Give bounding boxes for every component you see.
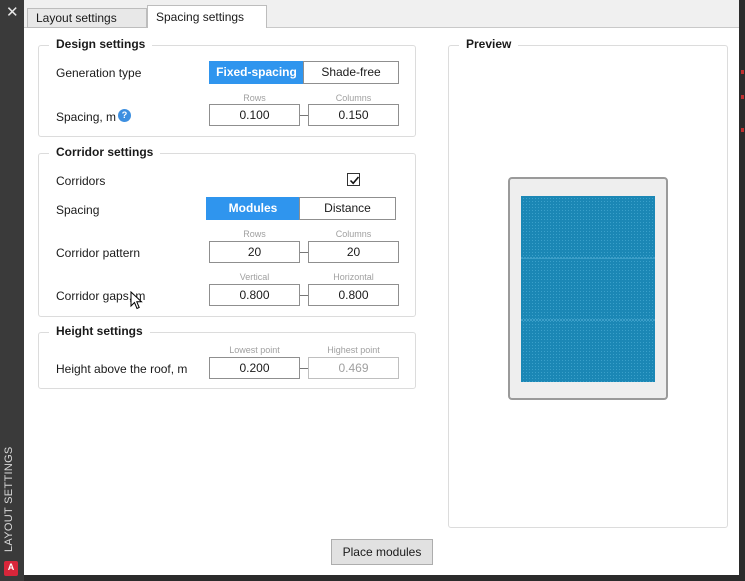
fixed-spacing-button[interactable]: Fixed-spacing: [209, 61, 304, 84]
tab-layout-settings[interactable]: Layout settings: [27, 8, 147, 28]
gap-horizontal-input[interactable]: 0.800: [308, 284, 399, 306]
help-icon[interactable]: ?: [118, 109, 131, 122]
rows-caption: Rows: [243, 229, 266, 239]
link-line: [300, 295, 308, 296]
corridors-checkbox[interactable]: [347, 173, 360, 186]
module-array: [521, 196, 655, 382]
checkmark-icon: [349, 176, 360, 185]
link-line: [300, 368, 308, 369]
shade-free-button[interactable]: Shade-free: [303, 61, 399, 84]
side-title: LAYOUT SETTINGS: [3, 446, 15, 552]
corridor-pattern-label: Corridor pattern: [56, 246, 141, 260]
preview-canvas: [508, 177, 668, 400]
highest-point-caption: Highest point: [327, 345, 380, 355]
corridor-settings-title: Corridor settings: [49, 145, 161, 159]
vertical-caption: Vertical: [239, 272, 270, 282]
horizontal-caption: Horizontal: [333, 272, 374, 282]
pattern-columns-input[interactable]: 20: [308, 241, 399, 263]
distance-button[interactable]: Distance: [299, 197, 396, 220]
corridor-spacing-label: Spacing: [56, 203, 100, 217]
edge-marker: [741, 70, 744, 74]
link-line: [300, 252, 308, 253]
design-settings-title: Design settings: [49, 37, 153, 51]
pattern-rows-input[interactable]: 20: [209, 241, 300, 263]
height-settings-title: Height settings: [49, 324, 150, 338]
generation-type-label: Generation type: [56, 66, 142, 80]
edge-marker: [741, 95, 744, 99]
columns-caption: Columns: [335, 229, 372, 239]
edge-marker: [741, 128, 744, 132]
tab-spacing-settings[interactable]: Spacing settings: [147, 5, 267, 29]
gap-vertical-input[interactable]: 0.800: [209, 284, 300, 306]
mouse-cursor-icon: [130, 291, 143, 310]
corridors-label: Corridors: [56, 174, 106, 188]
spacing-label: Spacing, m: [56, 110, 117, 124]
right-edge: [739, 0, 745, 581]
close-icon[interactable]: ✕: [6, 3, 19, 21]
app-logo-icon: A: [4, 561, 18, 576]
height-above-roof-label: Height above the roof, m: [56, 362, 188, 376]
lowest-point-caption: Lowest point: [229, 345, 280, 355]
link-line: [300, 115, 308, 116]
lowest-point-input[interactable]: 0.200: [209, 357, 300, 379]
place-modules-button[interactable]: Place modules: [331, 539, 433, 565]
columns-caption: Columns: [335, 93, 372, 103]
modules-button[interactable]: Modules: [206, 197, 300, 220]
spacing-columns-input[interactable]: 0.150: [308, 104, 399, 126]
preview-title: Preview: [459, 37, 519, 51]
side-panel: ✕ LAYOUT SETTINGS A: [0, 0, 24, 581]
rows-caption: Rows: [243, 93, 266, 103]
highest-point-input: 0.469: [308, 357, 399, 379]
spacing-rows-input[interactable]: 0.100: [209, 104, 300, 126]
tab-bar: Layout settings Spacing settings: [24, 0, 739, 29]
